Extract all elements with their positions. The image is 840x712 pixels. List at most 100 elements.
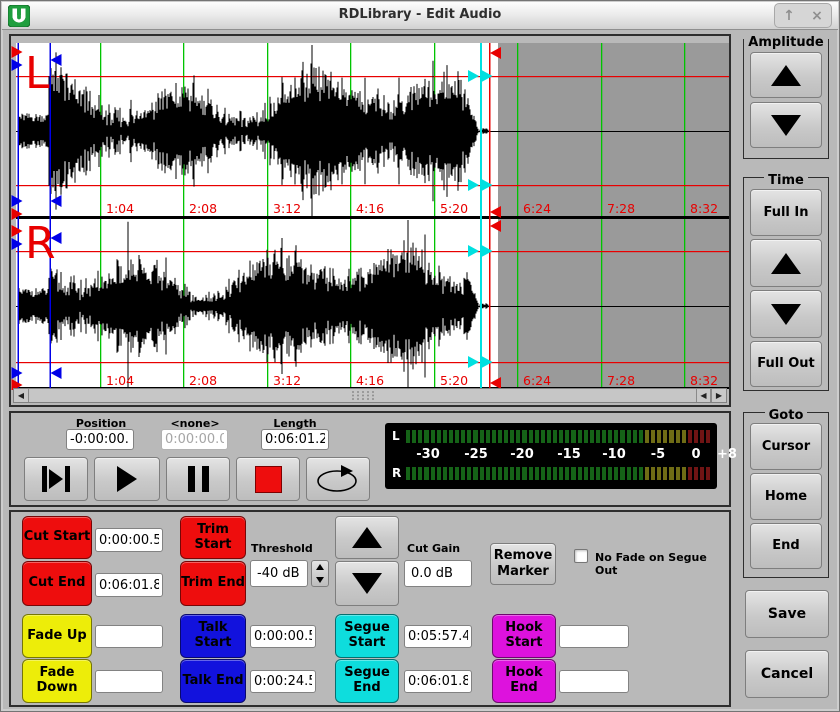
- pause-icon: [188, 466, 195, 492]
- hook-end-field[interactable]: [559, 670, 629, 693]
- svg-text:7:28: 7:28: [607, 373, 635, 388]
- amplitude-up-button[interactable]: [750, 52, 822, 98]
- time-group: Time Full In Full Out: [743, 177, 829, 391]
- goto-end-button[interactable]: End: [750, 523, 822, 569]
- svg-text:2:08: 2:08: [189, 201, 217, 216]
- meter-left-bar: [406, 430, 710, 443]
- fade-up-field[interactable]: [95, 625, 163, 648]
- scroll-left-icon: ◀: [18, 391, 24, 400]
- window-title: RDLibrary - Edit Audio: [2, 7, 838, 22]
- scroll-grip-icon: [350, 390, 376, 401]
- hook-end-button[interactable]: Hook End: [492, 659, 556, 703]
- length-field[interactable]: [261, 429, 329, 450]
- talk-start-button[interactable]: Talk Start: [180, 614, 246, 658]
- goto-group: Goto Cursor Home End: [743, 412, 829, 578]
- svg-text:8:32: 8:32: [690, 201, 718, 216]
- svg-text:8:32: 8:32: [690, 373, 718, 388]
- scroll-left-button-2[interactable]: ◀: [696, 389, 711, 402]
- fade-up-button[interactable]: Fade Up: [22, 614, 92, 658]
- scroll-left-button[interactable]: ◀: [14, 389, 29, 402]
- save-button[interactable]: Save: [745, 590, 829, 638]
- close-icon[interactable]: ×: [811, 9, 823, 23]
- play-icon: [117, 466, 137, 492]
- talk-start-field[interactable]: [250, 625, 316, 648]
- time-group-title: Time: [764, 173, 808, 188]
- no-fade-label: No Fade on Segue Out: [595, 551, 725, 577]
- time-zoom-in-icon: [771, 253, 801, 274]
- waveform-svg[interactable]: LR1:041:042:082:083:123:124:164:165:205:…: [11, 36, 729, 390]
- waveform-area[interactable]: LR1:041:042:082:083:123:124:164:165:205:…: [11, 36, 729, 390]
- waveform-panel: LR1:041:042:082:083:123:124:164:165:205:…: [9, 34, 731, 407]
- amplitude-down-button[interactable]: [750, 102, 822, 148]
- stop-button[interactable]: [236, 457, 300, 501]
- cue-bar-icon: [42, 466, 47, 492]
- time-full-out-button[interactable]: Full Out: [750, 341, 822, 387]
- remove-marker-button[interactable]: Remove Marker: [490, 543, 556, 585]
- scroll-right-icon: ▶: [716, 391, 722, 400]
- amplitude-group: Amplitude: [743, 39, 829, 159]
- gain-up-icon: [352, 527, 382, 548]
- play-button[interactable]: [94, 457, 160, 501]
- gain-up-button[interactable]: [335, 516, 399, 559]
- scroll-thumb[interactable]: [29, 389, 696, 402]
- fade-down-field[interactable]: [95, 670, 163, 693]
- talk-end-field[interactable]: [250, 670, 316, 693]
- svg-text:2:08: 2:08: [189, 373, 217, 388]
- position-field[interactable]: [66, 429, 134, 450]
- scroll-left-icon-2: ◀: [700, 391, 706, 400]
- scroll-right-button[interactable]: ▶: [711, 389, 726, 402]
- channel-right-label: R: [25, 218, 56, 269]
- meter-scale: -30-25-20-15-10-50+8: [406, 447, 710, 463]
- no-fade-checkbox[interactable]: [574, 549, 588, 563]
- trim-end-button[interactable]: Trim End: [180, 561, 246, 606]
- loop-button[interactable]: [306, 457, 370, 501]
- gain-down-icon: [352, 573, 382, 594]
- goto-home-button[interactable]: Home: [750, 473, 822, 520]
- cue-play-icon: [49, 469, 63, 489]
- goto-cursor-button[interactable]: Cursor: [750, 423, 822, 470]
- waveform-hscrollbar[interactable]: ◀ ◀ ▶: [13, 388, 727, 403]
- segue-start-button[interactable]: Segue Start: [335, 614, 399, 658]
- cut-gain-field[interactable]: [404, 560, 472, 587]
- svg-text:7:28: 7:28: [607, 201, 635, 216]
- hook-start-field[interactable]: [559, 625, 629, 648]
- talk-end-button[interactable]: Talk End: [180, 659, 246, 703]
- time-full-in-button[interactable]: Full In: [750, 189, 822, 236]
- cut-start-button[interactable]: Cut Start: [22, 516, 92, 559]
- threshold-spin-down-icon[interactable]: [312, 574, 328, 587]
- loop-icon: [315, 464, 361, 494]
- svg-text:1:04: 1:04: [106, 201, 134, 216]
- shade-icon[interactable]: ↑: [783, 9, 795, 23]
- cue-play-button[interactable]: [24, 457, 88, 501]
- svg-text:1:04: 1:04: [106, 373, 134, 388]
- channel-left-label: L: [25, 48, 50, 99]
- pause-button[interactable]: [166, 457, 230, 501]
- cue-bar-icon-2: [65, 466, 70, 492]
- segue-end-field[interactable]: [404, 670, 472, 693]
- svg-text:5:20: 5:20: [440, 201, 468, 216]
- pause-icon-2: [202, 466, 209, 492]
- segue-start-field[interactable]: [404, 625, 472, 648]
- cut-end-button[interactable]: Cut End: [22, 561, 92, 606]
- threshold-spinner[interactable]: [311, 560, 329, 587]
- segue-end-button[interactable]: Segue End: [335, 659, 399, 703]
- svg-text:6:24: 6:24: [523, 201, 551, 216]
- cut-end-field[interactable]: [95, 573, 163, 597]
- titlebar: RDLibrary - Edit Audio ↑ ×: [2, 2, 838, 30]
- svg-text:5:20: 5:20: [440, 373, 468, 388]
- hook-start-button[interactable]: Hook Start: [492, 614, 556, 658]
- gain-down-button[interactable]: [335, 561, 399, 606]
- threshold-field[interactable]: [250, 560, 308, 587]
- edit-audio-window: RDLibrary - Edit Audio ↑ × L R 1:04 1:04 2:0…: [0, 0, 840, 712]
- threshold-label: Threshold: [243, 542, 329, 555]
- time-zoom-out-button[interactable]: [750, 290, 822, 338]
- fade-down-button[interactable]: Fade Down: [22, 659, 92, 703]
- cut-gain-label: Cut Gain: [401, 542, 481, 555]
- cut-start-field[interactable]: [95, 528, 163, 552]
- threshold-spin-up-icon[interactable]: [312, 561, 328, 574]
- cancel-button[interactable]: Cancel: [745, 650, 829, 698]
- trim-start-button[interactable]: Trim Start: [180, 516, 246, 559]
- transport-panel: Position <none> Length L: [9, 411, 731, 507]
- time-zoom-in-button[interactable]: [750, 239, 822, 287]
- stop-icon: [255, 466, 282, 493]
